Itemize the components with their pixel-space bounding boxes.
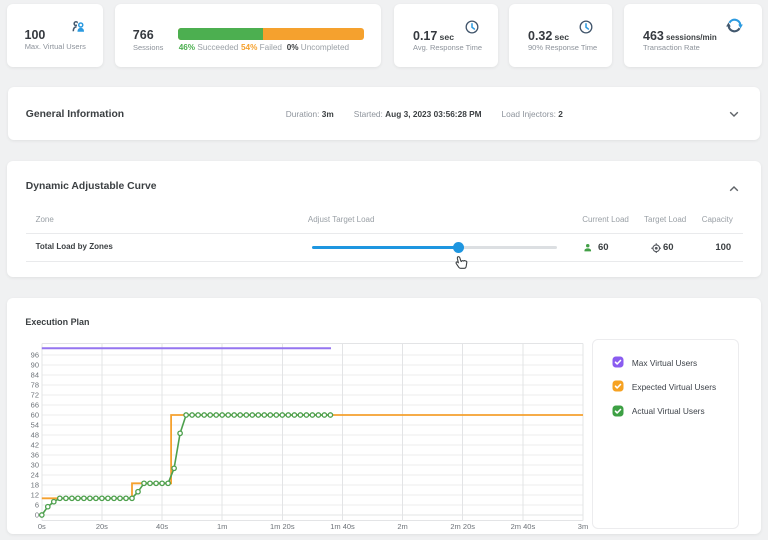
svg-text:2m 40s: 2m 40s (511, 522, 536, 531)
svg-text:30: 30 (31, 461, 39, 470)
svg-text:2m: 2m (397, 522, 407, 531)
svg-text:60: 60 (31, 411, 39, 420)
svg-text:40s: 40s (156, 522, 168, 531)
svg-text:18: 18 (31, 481, 39, 490)
svg-text:84: 84 (31, 371, 39, 380)
svg-text:72: 72 (31, 391, 39, 400)
svg-text:1m 40s: 1m 40s (330, 522, 355, 531)
svg-text:96: 96 (31, 351, 39, 360)
svg-text:1m 20s: 1m 20s (270, 522, 295, 531)
svg-text:54: 54 (31, 421, 39, 430)
svg-text:6: 6 (35, 501, 39, 510)
svg-text:36: 36 (31, 451, 39, 460)
svg-text:24: 24 (31, 471, 39, 480)
svg-text:20s: 20s (96, 522, 108, 531)
svg-text:48: 48 (31, 431, 39, 440)
svg-text:3m: 3m (578, 522, 588, 531)
svg-text:0s: 0s (38, 522, 46, 531)
svg-text:12: 12 (31, 491, 39, 500)
svg-text:2m 20s: 2m 20s (450, 522, 475, 531)
svg-text:0: 0 (35, 511, 39, 520)
svg-text:90: 90 (31, 361, 39, 370)
svg-text:1m: 1m (217, 522, 227, 531)
svg-text:78: 78 (31, 381, 39, 390)
svg-text:42: 42 (31, 441, 39, 450)
svg-text:66: 66 (31, 401, 39, 410)
